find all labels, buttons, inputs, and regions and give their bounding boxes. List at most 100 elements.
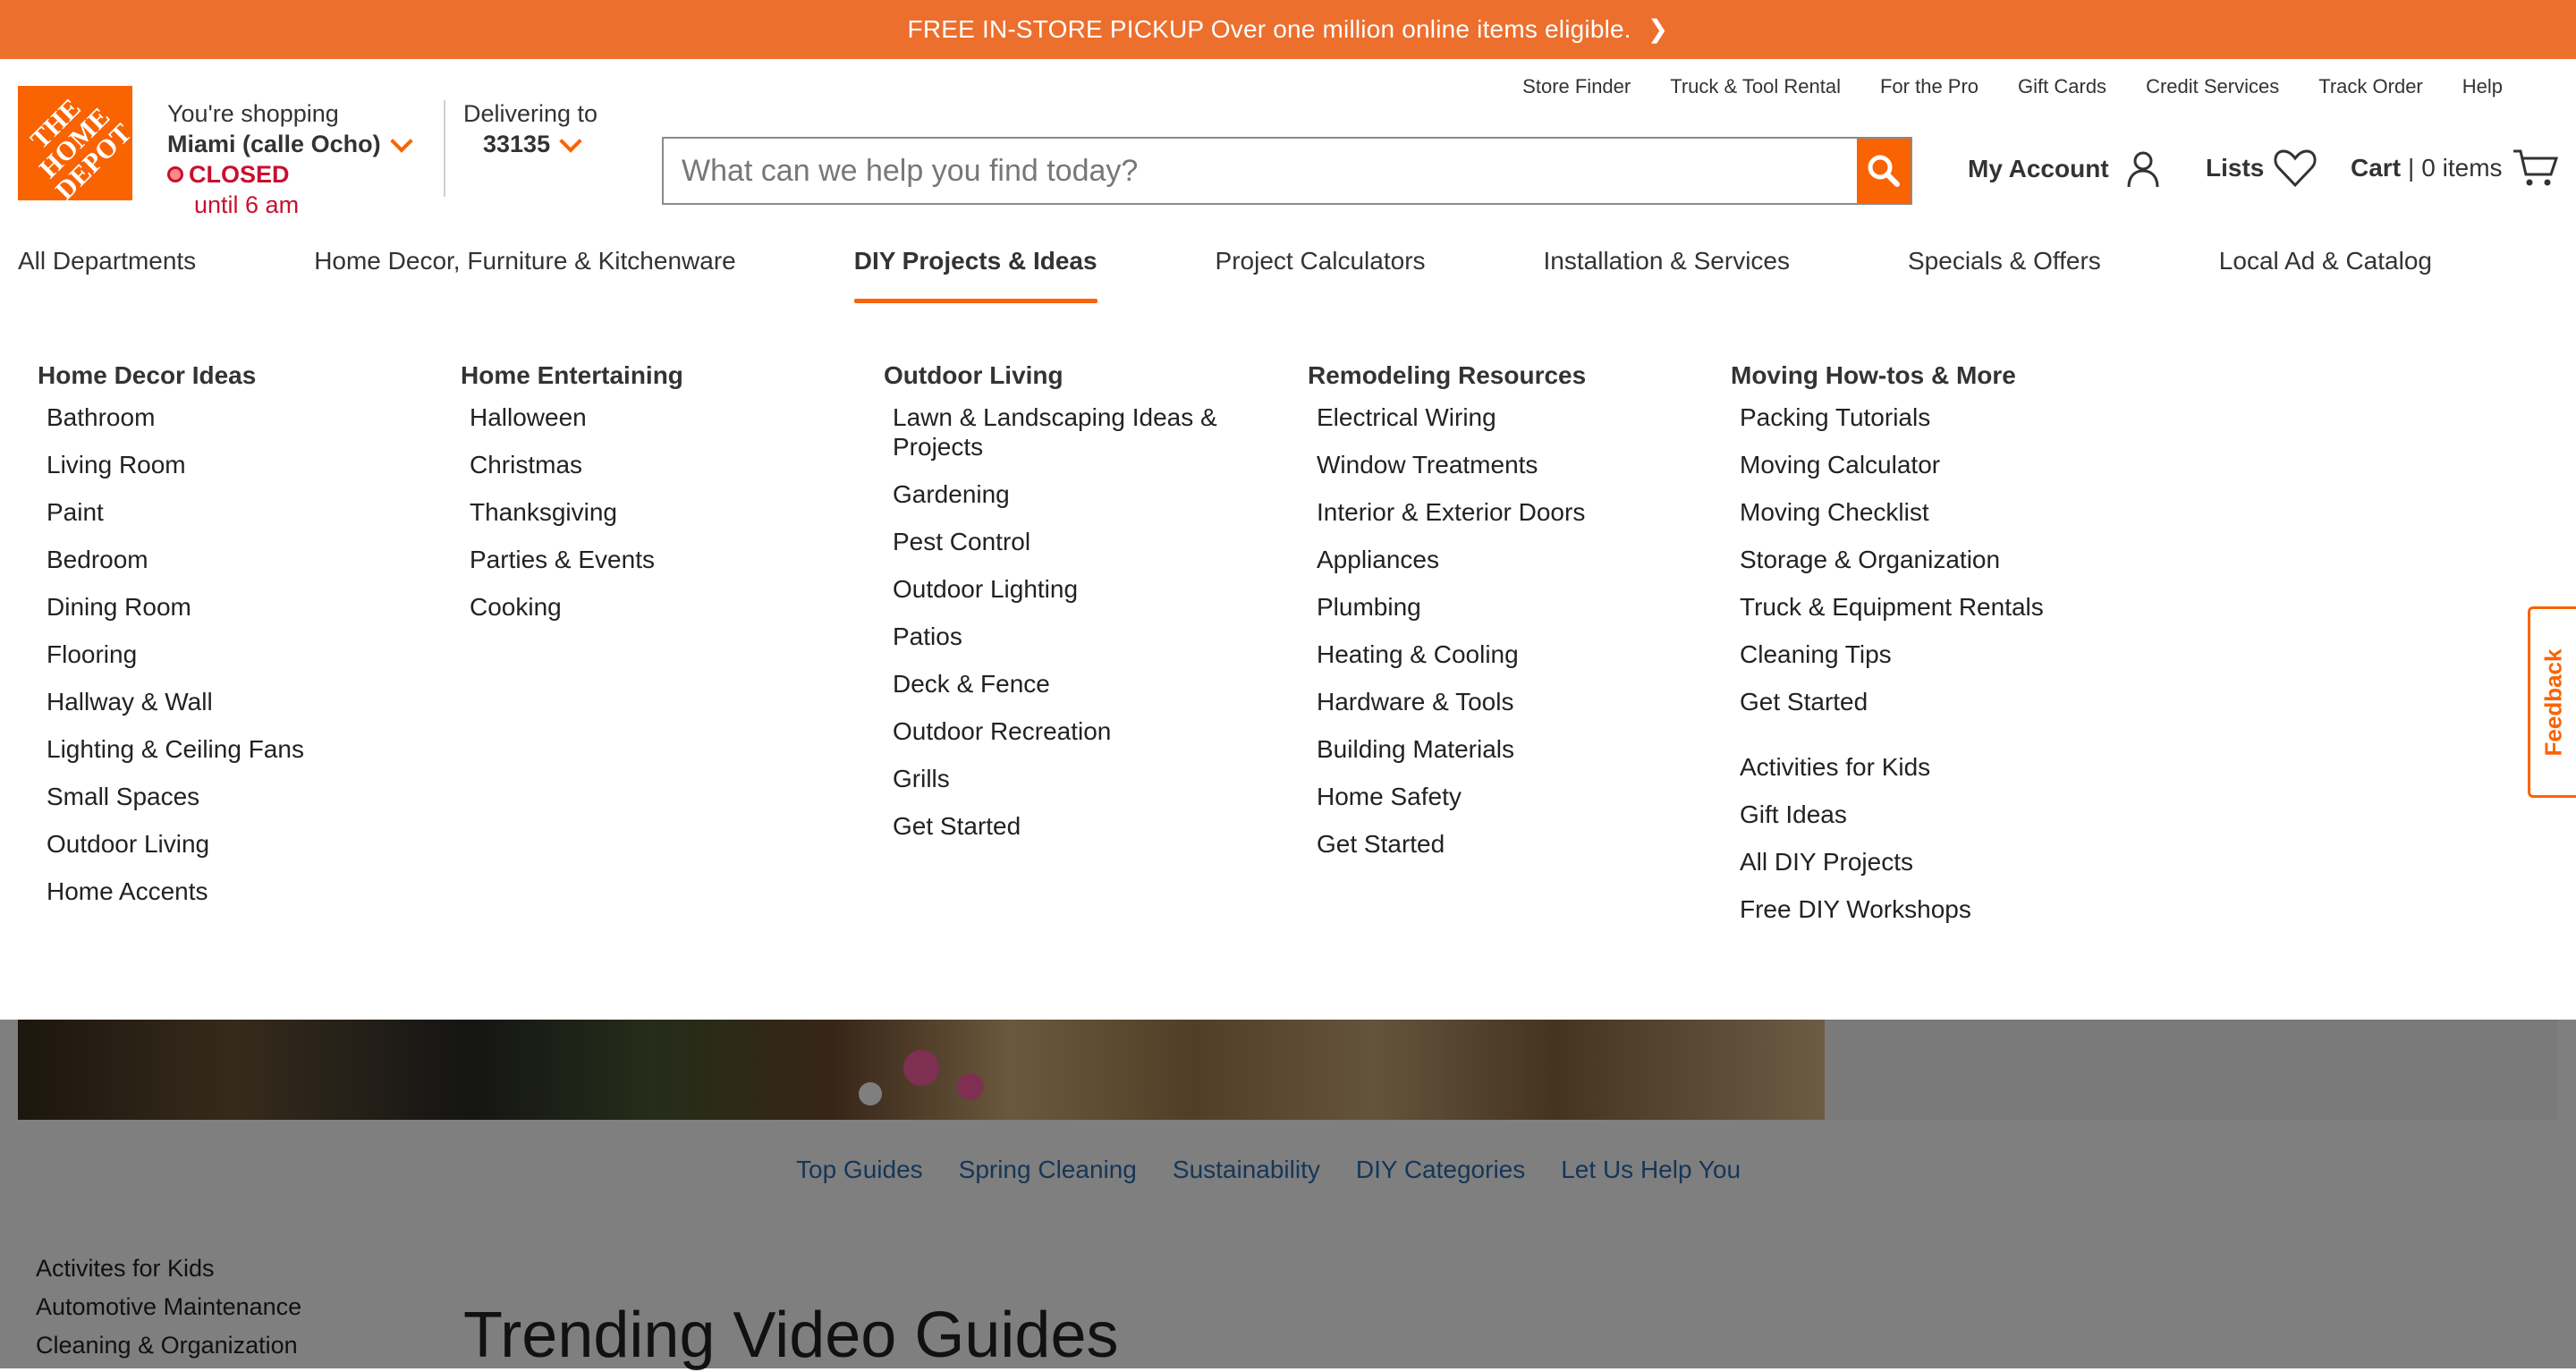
- menu-column-remodeling: Remodeling Resources Electrical Wiring W…: [1308, 361, 1701, 877]
- menu-column-moving: Moving How-tos & More Packing Tutorials …: [1731, 361, 2124, 942]
- feedback-tab[interactable]: Feedback: [2528, 606, 2576, 798]
- menu-column-title[interactable]: Moving How-tos & More: [1731, 361, 2124, 390]
- nav-installation-services[interactable]: Installation & Services: [1544, 247, 1790, 309]
- menu-link[interactable]: Pest Control: [893, 527, 1241, 556]
- menu-link[interactable]: Gift Ideas: [1740, 800, 2124, 829]
- menu-link[interactable]: Free DIY Workshops: [1740, 894, 2124, 924]
- nav-home-decor[interactable]: Home Decor, Furniture & Kitchenware: [314, 247, 736, 309]
- menu-column-outdoor-living: Outdoor Living Lawn & Landscaping Ideas …: [884, 361, 1241, 859]
- menu-link[interactable]: Christmas: [470, 450, 854, 479]
- menu-link[interactable]: Deck & Fence: [893, 669, 1241, 699]
- menu-link[interactable]: Bathroom: [47, 402, 431, 432]
- store-selector[interactable]: You're shopping Miami (calle Ocho) CLOSE…: [167, 98, 436, 220]
- menu-column-title[interactable]: Home Entertaining: [461, 361, 854, 390]
- menu-column-title[interactable]: Outdoor Living: [884, 361, 1241, 390]
- menu-column-title[interactable]: Home Decor Ideas: [38, 361, 431, 390]
- nav-project-calculators[interactable]: Project Calculators: [1216, 247, 1426, 309]
- nav-diy-projects[interactable]: DIY Projects & Ideas: [853, 247, 1097, 309]
- menu-link[interactable]: Moving Checklist: [1740, 497, 2124, 527]
- my-account-label: My Account: [1968, 155, 2109, 182]
- menu-link[interactable]: Patios: [893, 622, 1241, 651]
- home-depot-logo[interactable]: THE HOME DEPOT: [18, 86, 132, 200]
- store-name: Miami (calle Ocho): [167, 131, 381, 157]
- menu-link[interactable]: Halloween: [470, 402, 854, 432]
- menu-link[interactable]: Lawn & Landscaping Ideas & Projects: [893, 402, 1241, 462]
- menu-link[interactable]: Window Treatments: [1317, 450, 1701, 479]
- menu-link[interactable]: Activities for Kids: [1740, 752, 2124, 782]
- menu-link[interactable]: Outdoor Recreation: [893, 716, 1241, 746]
- menu-link[interactable]: Hardware & Tools: [1317, 687, 1701, 716]
- utility-link-truck-tool-rental[interactable]: Truck & Tool Rental: [1670, 75, 1841, 98]
- menu-link[interactable]: Moving Calculator: [1740, 450, 2124, 479]
- diy-mega-menu: Home Decor Ideas Bathroom Living Room Pa…: [0, 309, 2576, 1020]
- menu-link[interactable]: Appliances: [1317, 545, 1701, 574]
- logo-text: THE HOME DEPOT: [24, 92, 132, 200]
- chevron-down-icon: [559, 130, 582, 153]
- search-input[interactable]: [664, 139, 1857, 203]
- cart-separator: |: [2408, 154, 2415, 182]
- menu-link[interactable]: Get Started: [893, 811, 1241, 841]
- menu-link[interactable]: Outdoor Lighting: [893, 574, 1241, 604]
- chevron-right-icon: ❯: [1647, 14, 1669, 43]
- menu-column-title[interactable]: Remodeling Resources: [1308, 361, 1701, 390]
- menu-link[interactable]: Storage & Organization: [1740, 545, 2124, 574]
- menu-link[interactable]: Cleaning Tips: [1740, 639, 2124, 669]
- menu-link[interactable]: Small Spaces: [47, 782, 431, 811]
- primary-nav: All Departments Home Decor, Furniture & …: [18, 247, 2432, 309]
- heart-icon: [2274, 149, 2317, 188]
- cart-label: Cart: [2351, 154, 2402, 182]
- menu-link[interactable]: Flooring: [47, 639, 431, 669]
- search-icon: [1868, 155, 1900, 187]
- menu-link[interactable]: Grills: [893, 764, 1241, 793]
- header-divider: [444, 100, 445, 197]
- menu-link[interactable]: Home Accents: [47, 877, 431, 906]
- nav-all-departments[interactable]: All Departments: [18, 247, 196, 309]
- menu-link[interactable]: Home Safety: [1317, 782, 1701, 811]
- menu-link[interactable]: Packing Tutorials: [1740, 402, 2124, 432]
- nav-local-ad-catalog[interactable]: Local Ad & Catalog: [2219, 247, 2432, 309]
- user-icon: [2127, 151, 2159, 188]
- my-account-button[interactable]: My Account: [1968, 148, 2165, 191]
- menu-link[interactable]: Truck & Equipment Rentals: [1740, 592, 2124, 622]
- closed-status-icon: [167, 166, 183, 182]
- utility-link-store-finder[interactable]: Store Finder: [1522, 75, 1631, 98]
- chevron-down-icon: [389, 130, 413, 153]
- menu-link[interactable]: Get Started: [1740, 687, 2124, 716]
- utility-link-help[interactable]: Help: [2462, 75, 2503, 98]
- menu-link[interactable]: Living Room: [47, 450, 431, 479]
- promo-banner[interactable]: FREE IN-STORE PICKUP Over one million on…: [0, 0, 2576, 59]
- menu-link[interactable]: Cooking: [470, 592, 854, 622]
- menu-link[interactable]: Dining Room: [47, 592, 431, 622]
- menu-link[interactable]: Lighting & Ceiling Fans: [47, 734, 431, 764]
- lists-label: Lists: [2206, 154, 2265, 182]
- menu-column-home-decor: Home Decor Ideas Bathroom Living Room Pa…: [38, 361, 431, 924]
- utility-link-credit-services[interactable]: Credit Services: [2146, 75, 2279, 98]
- menu-link[interactable]: Plumbing: [1317, 592, 1701, 622]
- menu-link[interactable]: Parties & Events: [470, 545, 854, 574]
- menu-link[interactable]: Gardening: [893, 479, 1241, 509]
- menu-link[interactable]: Get Started: [1317, 829, 1701, 859]
- menu-link[interactable]: Hallway & Wall: [47, 687, 431, 716]
- menu-link[interactable]: Bedroom: [47, 545, 431, 574]
- menu-link[interactable]: Outdoor Living: [47, 829, 431, 859]
- lists-button[interactable]: Lists: [2206, 148, 2318, 189]
- menu-link[interactable]: Heating & Cooling: [1317, 639, 1701, 669]
- cart-button[interactable]: Cart | 0 items: [2351, 148, 2558, 189]
- search-button[interactable]: [1857, 139, 1911, 203]
- feedback-label: Feedback: [2539, 648, 2567, 756]
- utility-links: Store Finder Truck & Tool Rental For the…: [1522, 75, 2503, 98]
- menu-link[interactable]: Thanksgiving: [470, 497, 854, 527]
- utility-link-gift-cards[interactable]: Gift Cards: [2018, 75, 2106, 98]
- menu-link[interactable]: All DIY Projects: [1740, 847, 2124, 877]
- menu-link[interactable]: Electrical Wiring: [1317, 402, 1701, 432]
- menu-link[interactable]: Building Materials: [1317, 734, 1701, 764]
- delivery-zip-selector[interactable]: Delivering to 33135: [463, 98, 597, 159]
- nav-specials-offers[interactable]: Specials & Offers: [1908, 247, 2101, 309]
- store-hours: until 6 am: [194, 191, 300, 218]
- utility-link-for-the-pro[interactable]: For the Pro: [1880, 75, 1979, 98]
- menu-link[interactable]: Interior & Exterior Doors: [1317, 497, 1701, 527]
- menu-link[interactable]: Paint: [47, 497, 431, 527]
- delivery-label: Delivering to: [463, 100, 598, 127]
- store-status: CLOSED: [189, 161, 290, 188]
- utility-link-track-order[interactable]: Track Order: [2318, 75, 2423, 98]
